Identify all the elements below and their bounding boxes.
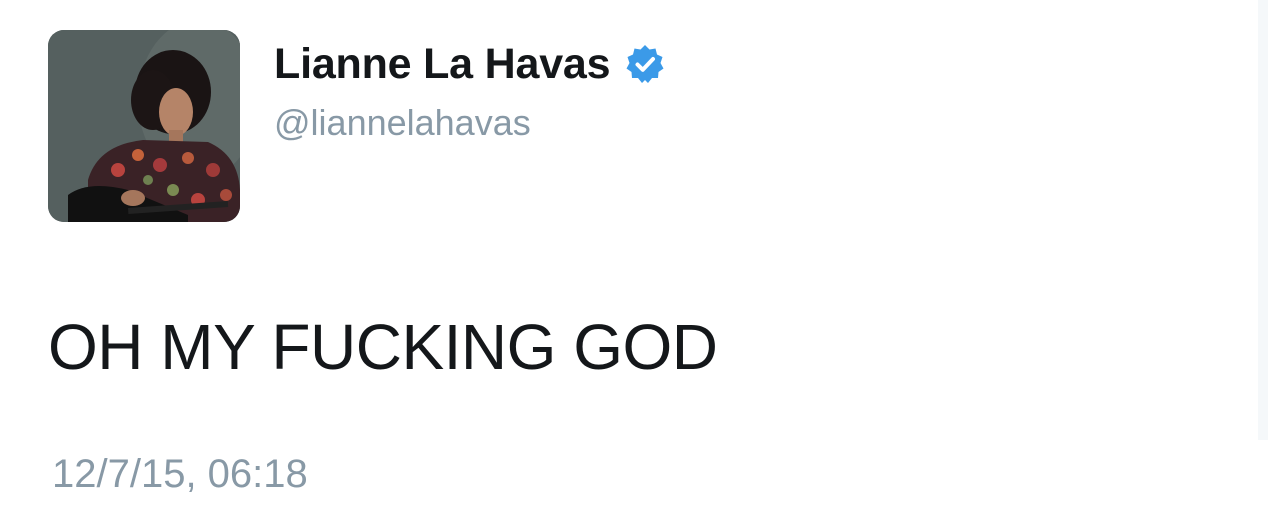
author-display-name[interactable]: Lianne La Havas	[274, 40, 611, 89]
author-name-row: Lianne La Havas	[274, 34, 666, 94]
tweet-text: OH MY FUCKING GOD	[48, 311, 718, 383]
avatar-photo	[48, 30, 240, 222]
scroll-edge	[1258, 0, 1268, 440]
author-avatar[interactable]	[48, 30, 240, 222]
author-handle[interactable]: @liannelahavas	[274, 102, 531, 144]
tweet-timestamp[interactable]: 12/7/15, 06:18	[52, 452, 308, 497]
tweet-card: Lianne La Havas @liannelahavas OH MY FUC…	[0, 0, 1280, 528]
verified-badge-icon	[624, 43, 666, 85]
